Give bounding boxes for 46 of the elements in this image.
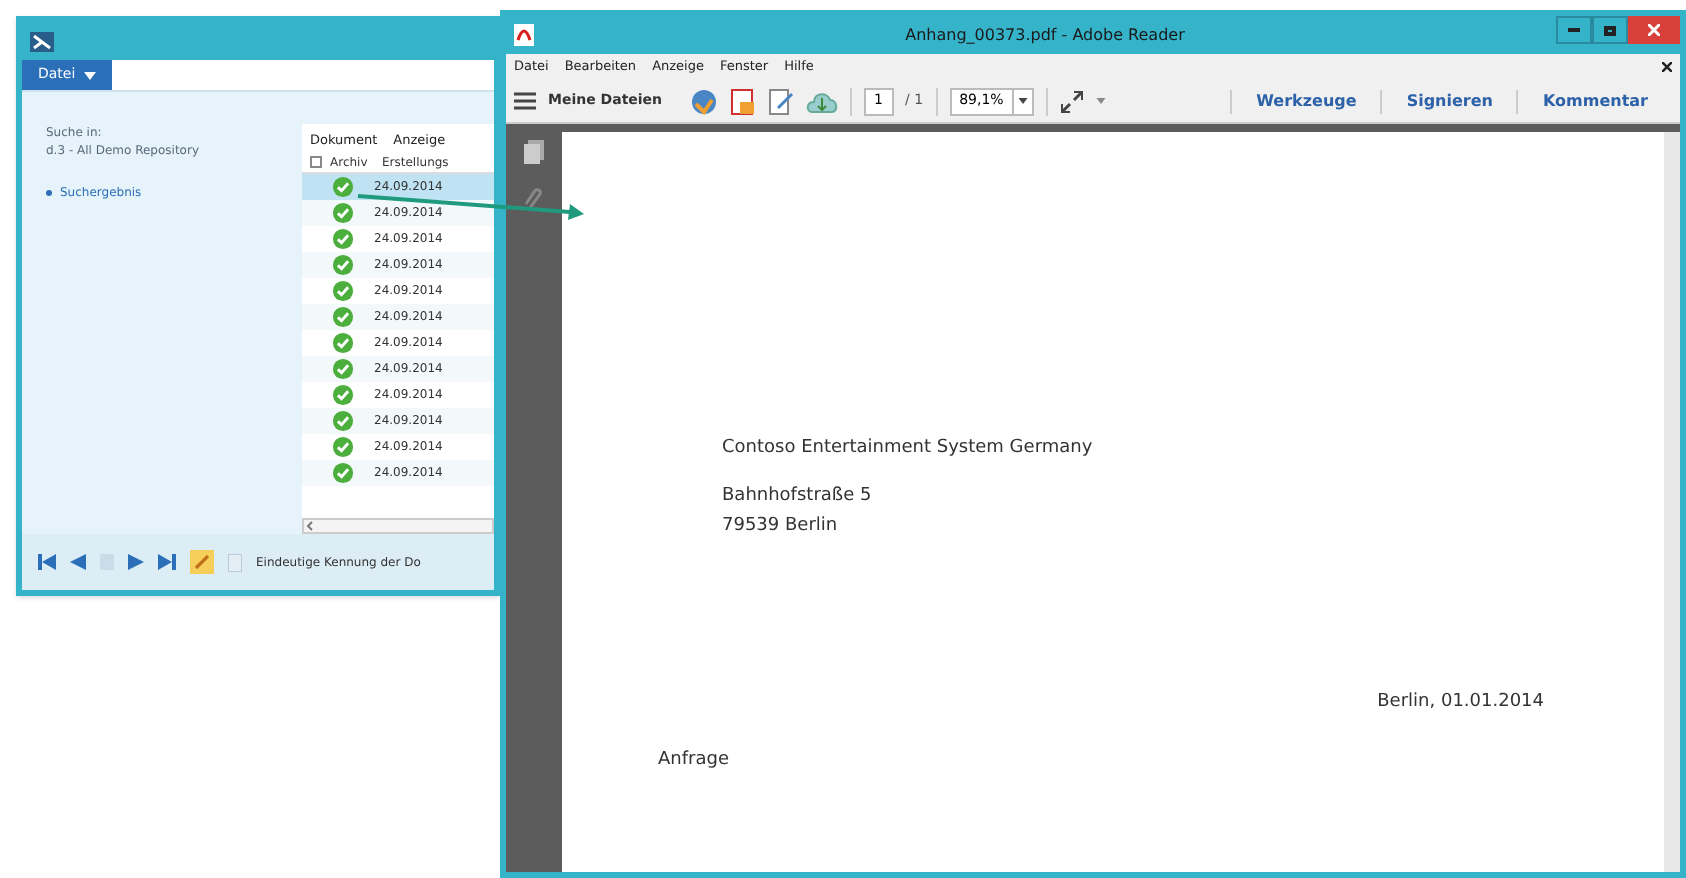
check-icon (331, 410, 353, 432)
next-icon[interactable] (128, 554, 144, 570)
first-icon[interactable] (38, 554, 56, 570)
minimize-button[interactable] (1556, 16, 1592, 44)
pages-icon[interactable] (524, 140, 544, 164)
bullet-icon (46, 190, 52, 196)
maximize-button[interactable] (1592, 16, 1628, 44)
subject-line: Anfrage (658, 748, 731, 774)
select-all-checkbox[interactable] (310, 156, 322, 168)
street-line: Bahnhofstraße 5 (722, 483, 874, 509)
horizontal-scrollbar[interactable] (302, 518, 494, 534)
vertical-scrollbar[interactable] (1664, 132, 1680, 872)
check-icon (331, 280, 353, 302)
previous-icon[interactable] (70, 554, 86, 570)
check-icon (331, 202, 353, 224)
check-icon (331, 228, 353, 250)
caret-icon (83, 71, 96, 79)
caret-icon (1017, 98, 1028, 104)
check-icon (331, 462, 353, 484)
edit-document-icon[interactable] (768, 87, 795, 115)
panel-button[interactable]: Kommentar (1516, 89, 1672, 113)
cloud-icon[interactable] (806, 89, 839, 113)
app-icon (30, 31, 54, 51)
check-icon (331, 384, 353, 406)
recipient-name: Contoso Entertainment System Germany (722, 436, 1095, 462)
check-icon (331, 176, 353, 198)
check-icon (331, 306, 353, 328)
city-line: 79539 Berlin (722, 514, 840, 540)
caret-icon[interactable] (1095, 98, 1106, 104)
close-icon (1648, 24, 1660, 36)
close-button[interactable] (1628, 16, 1680, 44)
close-icon[interactable] (1662, 62, 1672, 72)
panel-button[interactable]: Werkzeuge (1230, 89, 1381, 113)
expand-icon[interactable] (1059, 89, 1084, 113)
check-icon (331, 332, 353, 354)
date-line: Berlin, 01.01.2014 (1377, 689, 1544, 715)
check-icon (331, 436, 353, 458)
last-icon[interactable] (158, 554, 176, 570)
app-icon (514, 24, 534, 46)
pencil-icon[interactable] (190, 550, 214, 574)
window-title: Anhang_00373.pdf - Adobe Reader (903, 23, 1187, 47)
paperclip-icon[interactable] (524, 188, 544, 212)
menu-icon[interactable] (514, 92, 536, 110)
check-icon (331, 358, 353, 380)
panel-button[interactable]: Signieren (1380, 89, 1517, 113)
check-icon (331, 254, 353, 276)
